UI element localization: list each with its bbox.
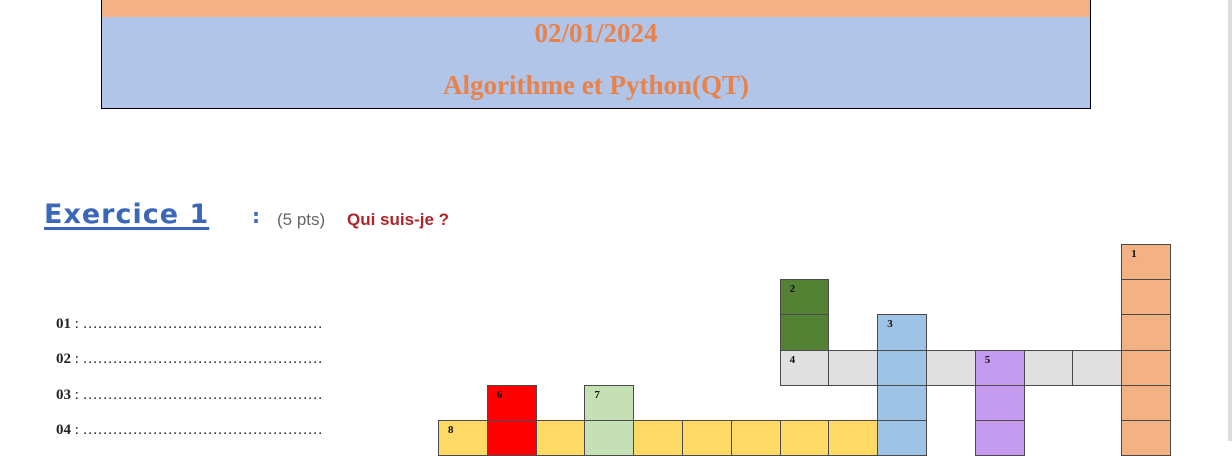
answer-separator: : [71, 422, 83, 438]
crossword-cell-word-4 [1072, 349, 1123, 386]
crossword-cell-word-8 [633, 420, 683, 456]
crossword-cell-word-6 [486, 420, 537, 456]
crossword-cell-word-8 [535, 420, 586, 456]
answer-separator: : [71, 316, 83, 332]
exercise-points: (5 pts) [277, 210, 326, 229]
crossword-cell-word-2: 2 [779, 279, 830, 316]
header-top-strip [102, 0, 1090, 17]
crossword-cell-word-4 [877, 349, 927, 386]
answer-dots: ………………………………………… [82, 387, 323, 403]
answer-dots: ………………………………………… [82, 351, 323, 367]
crossword-cell-word-1 [1121, 279, 1171, 316]
crossword-clue-number: 2 [789, 283, 796, 296]
answer-number: 04 [56, 422, 71, 438]
crossword-cell-word-3: 3 [877, 314, 927, 351]
crossword-cell-word-6: 6 [486, 384, 537, 421]
crossword-cell-word-7: 7 [584, 384, 635, 421]
exam-subject: Algorithme et Python(QT) [443, 70, 749, 100]
crossword-cell-word-8 [682, 420, 732, 456]
answer-line-04[interactable]: 04 : ………………………………………… [56, 422, 323, 439]
crossword-cell-word-7 [584, 420, 635, 456]
crossword-cell-word-5 [974, 384, 1025, 421]
crossword-cell-word-8 [779, 420, 830, 456]
exam-header: 02/01/2024 Algorithme et Python(QT) [101, 0, 1091, 109]
answer-dots: ………………………………………… [82, 422, 323, 438]
answer-dots: ………………………………………… [82, 316, 323, 332]
crossword-clue-number: 5 [984, 353, 991, 366]
crossword-cell-word-4: 4 [779, 349, 830, 386]
crossword-cell-word-1 [1121, 384, 1171, 421]
crossword-cell-word-2 [779, 314, 830, 351]
crossword-cell-word-3 [877, 420, 927, 456]
crossword-cell-word-8 [730, 420, 781, 456]
crossword-cell-word-5 [974, 420, 1025, 456]
crossword-cell-word-4 [1023, 349, 1074, 386]
answer-line-03[interactable]: 03 : ………………………………………… [56, 387, 323, 404]
crossword-cell-word-4 [828, 349, 879, 386]
crossword-clue-number: 6 [496, 388, 503, 401]
exercise-colon: : [252, 204, 260, 228]
scrollbar[interactable] [1228, 0, 1232, 441]
answer-line-01[interactable]: 01 : ………………………………………… [56, 316, 323, 333]
crossword-cell-word-8 [828, 420, 879, 456]
answer-number: 03 [56, 387, 71, 403]
exercise-question: Qui suis-je ? [347, 210, 450, 229]
crossword-cell-word-8: 8 [438, 420, 488, 456]
answer-number: 01 [56, 316, 71, 332]
crossword-cell-word-4: 5 [974, 349, 1025, 386]
crossword-cell-word-4 [926, 349, 976, 386]
crossword-clue-number: 4 [789, 353, 796, 366]
crossword-cell-word-1: 1 [1121, 244, 1171, 281]
crossword-clue-number: 1 [1131, 248, 1137, 260]
crossword-cell-word-3 [877, 384, 927, 421]
exercise-title: Exercice 1 [44, 199, 210, 230]
crossword-clue-number: 7 [594, 388, 600, 401]
crossword-clue-number: 3 [887, 318, 893, 331]
answer-separator: : [71, 387, 83, 403]
crossword-cell-word-1 [1121, 420, 1171, 456]
answer-line-02[interactable]: 02 : ………………………………………… [56, 351, 323, 368]
answer-number: 02 [56, 351, 71, 367]
crossword-cell-word-1 [1121, 349, 1171, 386]
crossword-cell-word-1 [1121, 314, 1171, 351]
crossword-clue-number: 8 [448, 424, 454, 436]
exam-date: 02/01/2024 [534, 18, 658, 48]
answer-separator: : [71, 351, 83, 367]
